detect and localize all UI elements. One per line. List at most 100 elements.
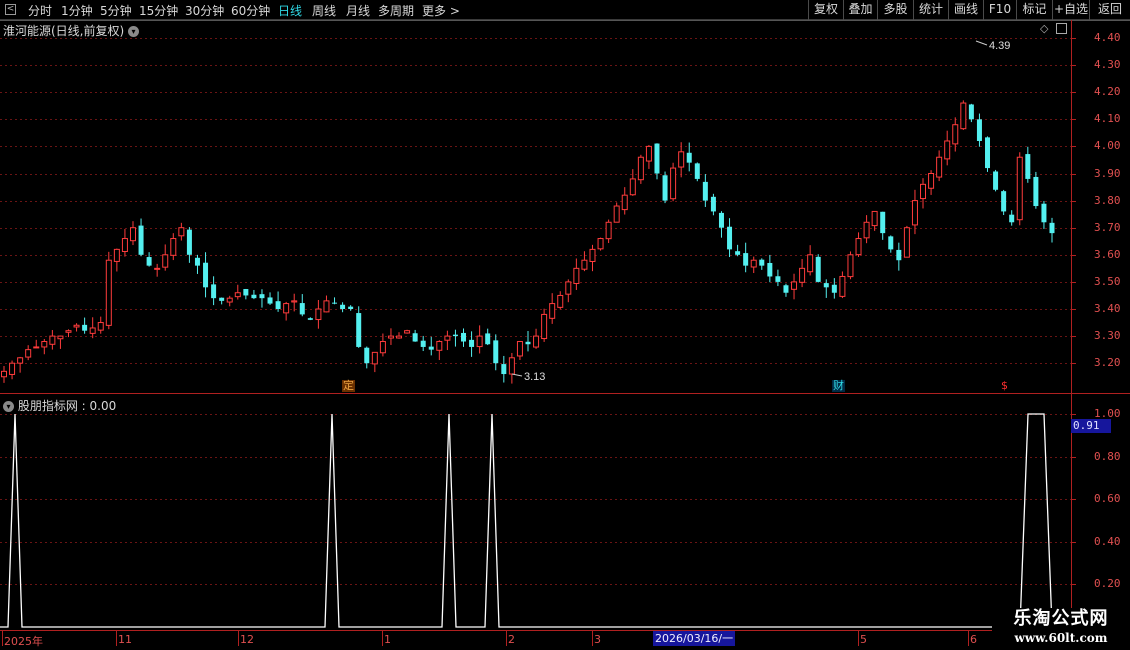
indicator-tick-label: 0.20 (1094, 577, 1121, 591)
candle (1016, 152, 1023, 226)
candle (49, 330, 56, 350)
candle (25, 345, 32, 361)
candle (533, 328, 540, 349)
time-axis-label: 1 (384, 633, 391, 646)
candle (743, 242, 749, 273)
candle (863, 215, 870, 244)
candle (621, 187, 628, 215)
candle (315, 299, 322, 329)
price-tick-label: 3.50 (1094, 274, 1121, 288)
candle (226, 295, 233, 307)
candle (573, 258, 580, 290)
candle (178, 222, 185, 241)
candle (888, 235, 894, 253)
marker-dollar[interactable]: $ (1000, 380, 1009, 392)
indicator-title-text: 股朋指标网 : 0.00 (17, 399, 117, 413)
candle (73, 323, 80, 332)
candle (259, 289, 265, 308)
candle (944, 130, 951, 166)
marker-dollar-text: $ (1001, 379, 1008, 392)
time-axis-label: 2 (508, 633, 515, 646)
indicator-tick-label: 0.40 (1094, 534, 1121, 548)
candle (138, 218, 144, 257)
marker-cai[interactable]: 财 (832, 380, 845, 392)
price-tick-label: 3.60 (1094, 247, 1121, 261)
high-annotation: 4.39 (975, 40, 1010, 52)
indicator-title[interactable]: ▾ 股朋指标网 : 0.00 (3, 397, 116, 414)
candle (1, 366, 7, 383)
candle (694, 162, 700, 182)
time-axis-tick (858, 630, 859, 646)
candle (880, 211, 886, 240)
indicator-tick-label: 0.80 (1094, 449, 1121, 463)
candle (985, 136, 991, 172)
candle (121, 228, 128, 257)
candle (637, 154, 644, 184)
candle (767, 254, 773, 283)
candle (129, 221, 136, 246)
time-axis-tick (382, 630, 383, 646)
marker-ding-text: 定 (343, 379, 354, 392)
candle (710, 193, 716, 216)
candle (469, 331, 475, 357)
candle (960, 100, 967, 130)
candle (775, 269, 781, 287)
candle (154, 263, 161, 277)
candle (323, 295, 330, 313)
candle (428, 336, 434, 356)
candle (307, 317, 313, 321)
candle (847, 251, 854, 280)
candle (645, 145, 652, 169)
marker-ding[interactable]: 定 (342, 380, 355, 392)
candle (1009, 210, 1015, 226)
time-axis-label: 11 (118, 633, 132, 646)
high-label: 4.39 (989, 40, 1010, 52)
candle (332, 297, 338, 305)
date-cursor-label: 2026/03/16/一 (653, 631, 736, 646)
candle (1001, 189, 1007, 215)
candle (348, 305, 354, 311)
candle (791, 273, 798, 300)
candle (194, 254, 200, 274)
candle (750, 256, 757, 274)
candle (903, 225, 910, 258)
current-value-box: 0.91 (1071, 419, 1111, 433)
candle (299, 294, 305, 317)
candle (485, 328, 491, 346)
candle (1041, 200, 1047, 229)
candle (968, 103, 974, 123)
candle (839, 271, 846, 299)
candle (283, 301, 290, 321)
time-axis-tick (592, 630, 593, 646)
candle (831, 278, 837, 299)
price-tick-label: 3.70 (1094, 220, 1121, 234)
candle (589, 244, 596, 272)
candle (387, 328, 394, 345)
candle (404, 329, 411, 334)
candle (508, 352, 515, 384)
candle (267, 292, 273, 305)
candle (291, 293, 298, 312)
indicator-path (0, 413, 1071, 628)
candle (702, 174, 708, 207)
candle (251, 289, 257, 300)
candle (678, 142, 685, 178)
candle (735, 244, 741, 257)
candle (170, 233, 177, 261)
candle (461, 328, 467, 347)
candle (976, 113, 982, 147)
candle (613, 202, 620, 223)
candlestick-series (1, 100, 1055, 384)
candle (807, 245, 814, 276)
candle (275, 291, 281, 312)
price-tick-label: 4.00 (1094, 139, 1121, 153)
candle (57, 335, 64, 349)
marker-cai-text: 财 (833, 379, 844, 392)
candle (82, 317, 88, 334)
price-tick-label: 3.90 (1094, 166, 1121, 180)
chevron-down-icon[interactable]: ▾ (3, 401, 14, 412)
candle (936, 150, 943, 182)
candle (219, 297, 225, 305)
candle (952, 117, 959, 152)
candle (65, 329, 72, 338)
